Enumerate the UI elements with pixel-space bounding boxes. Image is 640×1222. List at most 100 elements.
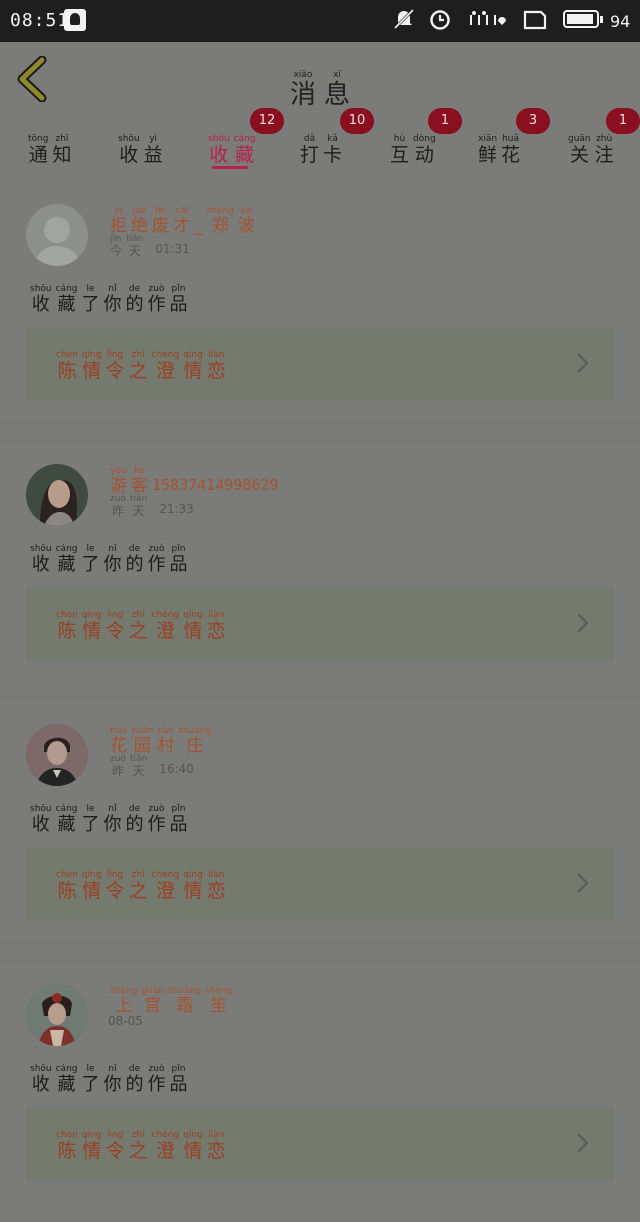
work-title-char: qíng 情: [82, 350, 102, 382]
hanzi: 了: [81, 554, 100, 575]
hanzi: 昨: [111, 764, 124, 778]
hanzi: 藏: [235, 144, 255, 166]
hanzi: 藏: [57, 1074, 76, 1095]
timestamp-char: tiān 天: [126, 234, 143, 258]
work-title-char: chéng 澄: [152, 350, 180, 382]
hanzi: 澄: [155, 1140, 175, 1162]
tab-label-char: kǎ 卡: [323, 134, 342, 166]
avatar[interactable]: [26, 464, 88, 526]
hanzi: 藏: [57, 814, 76, 835]
tab-5[interactable]: xiān 鲜 huā 花: [476, 124, 522, 166]
hanzi: 情: [82, 620, 102, 642]
hanzi: 关: [569, 144, 589, 166]
page-title: xiāo 消 xī 息: [0, 54, 640, 110]
hanzi: 了: [81, 1074, 100, 1095]
hanzi: 藏: [57, 554, 76, 575]
username[interactable]: jù 拒 jué 绝 fèi 废 cái 才 _ zhèng 郑 bō 波: [108, 206, 257, 236]
hanzi: 花: [501, 144, 521, 166]
tab-3[interactable]: dǎ 打 kǎ 卡: [298, 124, 344, 166]
battery-percentage: 94: [610, 12, 631, 31]
tab-1[interactable]: shōu 收 yì 益: [116, 124, 165, 166]
message-card[interactable]: yóu 游 kè 客 15837414998629 zuó 昨 tiān 天 21:33 shōu 收…: [0, 442, 640, 680]
hanzi: 你: [103, 1074, 122, 1095]
pinyin: lìng: [106, 1130, 124, 1140]
tab-2[interactable]: shōu 收 cáng 藏: [206, 124, 258, 166]
avatar[interactable]: [26, 724, 88, 786]
status-bar: 08:51 94: [0, 0, 640, 42]
username[interactable]: huā 花 yuán 园 cūn 村 zhuāng 庄: [108, 726, 213, 756]
hanzi: 了: [81, 294, 100, 315]
message-card[interactable]: huā 花 yuán 园 cūn 村 zhuāng 庄 zuó 昨 tiān 天 16:40 shōu 收 c…: [0, 702, 640, 940]
message-card[interactable]: shàng 上 guān 官 shuāng 霜 shēng 笙 08-05 shōu 收 cáng 藏 l…: [0, 962, 640, 1200]
work-link[interactable]: chén 陈 qíng 情 lìng 令 zhī 之 chéng 澄 qíng 情 liàn 恋: [26, 1108, 614, 1180]
hanzi: 你: [103, 294, 122, 315]
hanzi: 令: [105, 880, 125, 902]
hanzi: 陈: [57, 1140, 77, 1162]
hanzi: 客: [131, 476, 148, 496]
username-char: shēng 笙: [205, 986, 232, 1016]
action-char: pǐn 品: [170, 1064, 188, 1095]
work-title-char: liàn 恋: [207, 870, 226, 902]
username[interactable]: shàng 上 guān 官 shuāng 霜 shēng 笙: [108, 986, 234, 1016]
work-title: chén 陈 qíng 情 lìng 令 zhī 之 chéng 澄 qíng 情 liàn 恋: [54, 610, 228, 642]
action-text: shōu 收 cáng 藏 le 了 nǐ 你 de 的 zuò 作 pǐn 品: [28, 1064, 190, 1095]
hanzi: 拒: [110, 216, 127, 236]
hanzi: 绝: [131, 216, 148, 236]
chevron-right-icon: [576, 612, 590, 634]
tab-label-char: guān 关: [568, 134, 591, 166]
work-title-char: qíng 情: [183, 610, 203, 642]
hanzi: 上: [115, 996, 133, 1016]
title-char: xiāo 消: [290, 70, 316, 110]
hanzi: 品: [169, 814, 188, 835]
hanzi: 品: [169, 554, 188, 575]
hanzi: 互: [390, 144, 410, 166]
work-title-char: chén 陈: [56, 870, 78, 902]
username-char: zhuāng 庄: [178, 726, 211, 756]
action-char: le 了: [82, 804, 100, 835]
action-char: de 的: [126, 1064, 144, 1095]
work-title-char: qíng 情: [82, 1130, 102, 1162]
hanzi: 通: [28, 144, 48, 166]
hanzi: 霜: [175, 996, 193, 1016]
action-char: zuò 作: [148, 544, 166, 575]
hanzi: 笙: [210, 996, 228, 1016]
tab-label-char: xiān 鲜: [478, 134, 497, 166]
hanzi: 品: [169, 1074, 188, 1095]
message-card[interactable]: jù 拒 jué 绝 fèi 废 cái 才 _ zhèng 郑 bō 波 jīn 今 tiān 天 01:31…: [0, 182, 640, 420]
work-link[interactable]: chén 陈 qíng 情 lìng 令 zhī 之 chéng 澄 qíng 情 liàn 恋: [26, 588, 614, 660]
timestamp-char: tiān 天: [130, 754, 147, 778]
action-char: le 了: [82, 544, 100, 575]
hanzi: 恋: [206, 360, 226, 382]
tab-6[interactable]: guān 关 zhù 注: [566, 124, 616, 166]
hanzi: 打: [300, 144, 320, 166]
work-title-char: lìng 令: [106, 610, 125, 642]
action-char: le 了: [82, 284, 100, 315]
work-link[interactable]: chén 陈 qíng 情 lìng 令 zhī 之 chéng 澄 qíng 情 liàn 恋: [26, 328, 614, 400]
avatar[interactable]: [26, 204, 88, 266]
avatar[interactable]: [26, 984, 88, 1046]
tab-label-char: dòng 动: [413, 134, 436, 166]
hanzi: 恋: [206, 620, 226, 642]
username[interactable]: yóu 游 kè 客 15837414998629: [108, 466, 278, 496]
hanzi: 令: [105, 360, 125, 382]
work-title-char: chén 陈: [56, 610, 78, 642]
tab-label-char: tōng 通: [28, 134, 48, 166]
hanzi: 收: [209, 144, 229, 166]
tab-4[interactable]: hù 互 dòng 动: [388, 124, 438, 166]
work-link[interactable]: chén 陈 qíng 情 lìng 令 zhī 之 chéng 澄 qíng 情 liàn 恋: [26, 848, 614, 920]
work-title-char: zhī 之: [129, 350, 148, 382]
qq-notification-icon: [64, 9, 86, 31]
work-title-char: qíng 情: [183, 870, 203, 902]
hanzi: 之: [128, 1140, 148, 1162]
hanzi: 的: [125, 294, 144, 315]
hanzi: 情: [82, 360, 102, 382]
hanzi: 郑: [211, 216, 229, 236]
action-char: shōu 收: [30, 284, 52, 315]
work-title-char: liàn 恋: [207, 610, 226, 642]
status-time: 08:51: [10, 10, 70, 31]
tab-0[interactable]: tōng 通 zhī 知: [26, 124, 73, 166]
hanzi: 今: [110, 244, 123, 258]
hanzi: 作: [147, 554, 166, 575]
tab-badge: 1: [428, 108, 462, 134]
action-char: zuò 作: [148, 1064, 166, 1095]
